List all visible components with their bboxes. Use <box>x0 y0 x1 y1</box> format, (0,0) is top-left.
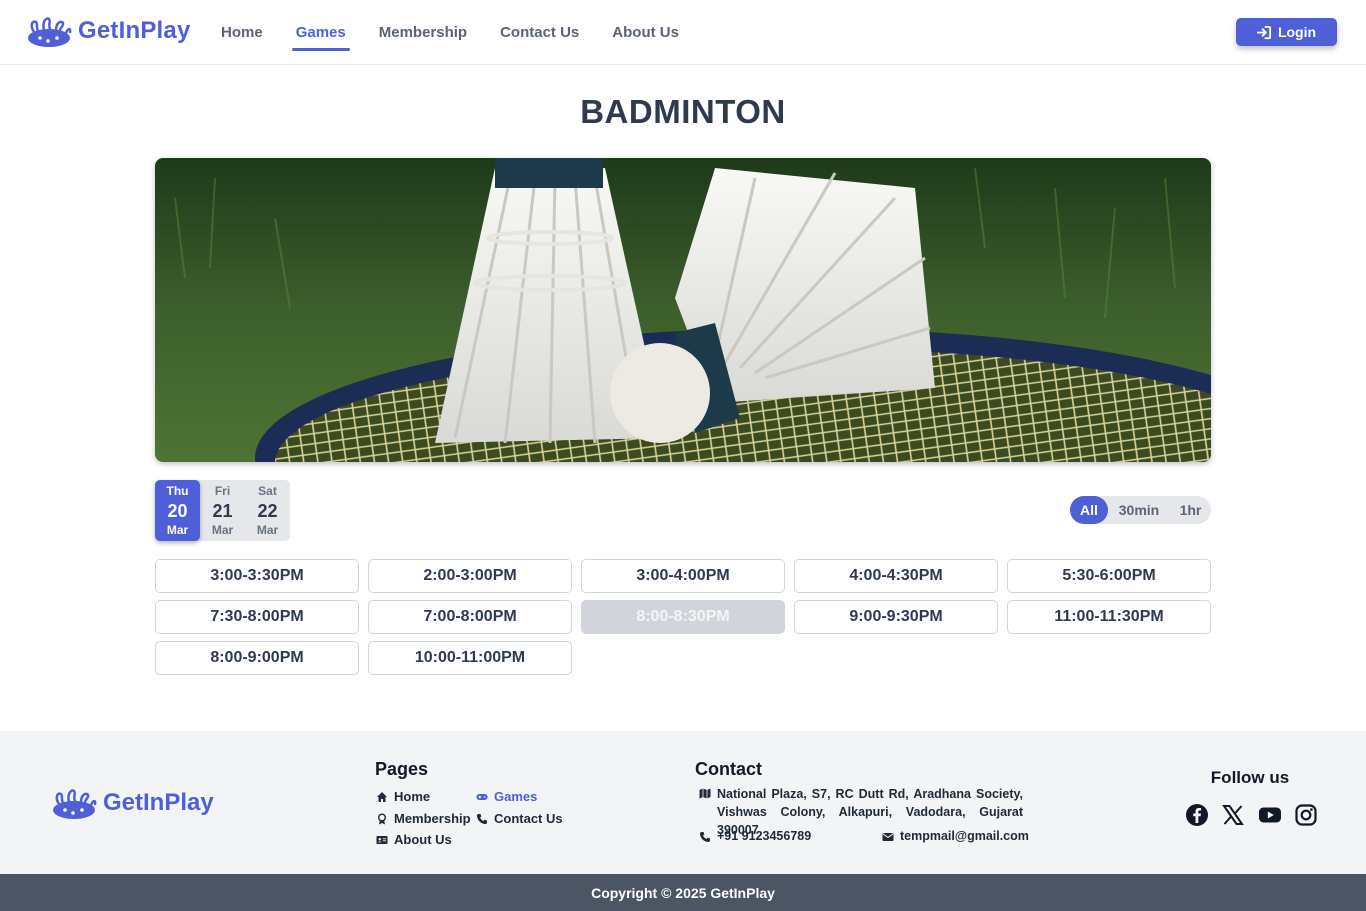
login-icon <box>1256 25 1271 39</box>
footer-link-label: Membership <box>394 811 471 826</box>
time-slot[interactable]: 10:00-11:00PM <box>368 641 572 675</box>
duration-filter: All 30min 1hr <box>1070 496 1211 524</box>
date-day: 21 <box>212 500 233 521</box>
login-label: Login <box>1277 24 1317 40</box>
hero-image <box>155 158 1211 462</box>
time-slot[interactable]: 11:00-11:30PM <box>1007 600 1211 634</box>
youtube-icon[interactable] <box>1258 803 1282 827</box>
phone-icon <box>477 813 487 824</box>
duration-1hr[interactable]: 1hr <box>1170 496 1211 524</box>
date-month: Mar <box>211 522 234 537</box>
footer-link-label: Home <box>394 789 431 804</box>
brand-name: GetInPlay <box>78 17 191 44</box>
gamepad-icon <box>476 793 488 800</box>
nav-games[interactable]: Games <box>291 18 350 51</box>
footer: GetInPlay Pages Home Games Membership Co… <box>0 731 1366 874</box>
home-icon <box>377 791 387 802</box>
footer-brand-logo[interactable]: GetInPlay <box>51 786 214 820</box>
id-card-icon <box>376 835 388 844</box>
date-weekday: Thu <box>166 483 189 498</box>
time-slot[interactable]: 7:30-8:00PM <box>155 600 359 634</box>
nav-home[interactable]: Home <box>217 18 267 47</box>
footer-link-membership[interactable]: Membership <box>376 811 471 826</box>
footer-link-label: Contact Us <box>494 811 563 826</box>
footer-link-contact-us[interactable]: Contact Us <box>476 811 563 826</box>
copyright-text: Copyright © 2025 GetInPlay <box>591 884 775 901</box>
footer-brand-name: GetInPlay <box>103 789 214 816</box>
footer-pages-title: Pages <box>375 759 429 779</box>
phone-text: +91 9123456789 <box>717 829 812 843</box>
nav-contact-us[interactable]: Contact Us <box>496 18 583 47</box>
facebook-icon[interactable] <box>1185 803 1209 827</box>
instagram-icon[interactable] <box>1294 803 1318 827</box>
footer-contact-title: Contact <box>695 759 762 779</box>
phone-icon <box>700 832 710 842</box>
date-option-sat-22[interactable]: Sat 22 Mar <box>245 480 290 541</box>
copyright-bar: Copyright © 2025 GetInPlay <box>0 874 1366 911</box>
time-slot[interactable]: 2:00-3:00PM <box>368 559 572 593</box>
footer-link-label: About Us <box>394 832 452 847</box>
footer-phone[interactable]: +91 9123456789 <box>699 829 811 843</box>
x-icon[interactable] <box>1221 803 1245 827</box>
logo-icon <box>53 789 97 819</box>
date-option-fri-21[interactable]: Fri 21 Mar <box>200 480 245 541</box>
login-button[interactable]: Login <box>1236 18 1337 46</box>
brand-logo[interactable]: GetInPlay <box>26 14 191 48</box>
footer-link-home[interactable]: Home <box>376 789 430 804</box>
date-day: 22 <box>257 500 278 521</box>
email-text: tempmail@gmail.com <box>900 829 1029 843</box>
shuttlecock-photo <box>155 158 1211 462</box>
main-nav: Home Games Membership Contact Us About U… <box>217 0 708 64</box>
duration-all[interactable]: All <box>1070 496 1108 524</box>
duration-30min[interactable]: 30min <box>1108 496 1170 524</box>
date-weekday: Fri <box>214 483 231 498</box>
footer-link-about-us[interactable]: About Us <box>376 832 452 847</box>
time-slot[interactable]: 5:30-6:00PM <box>1007 559 1211 593</box>
nav-membership[interactable]: Membership <box>375 18 471 47</box>
date-day: 20 <box>167 500 188 521</box>
footer-email[interactable]: tempmail@gmail.com <box>882 829 1029 843</box>
date-picker: Thu 20 Mar Fri 21 Mar Sat 22 Mar <box>155 480 290 541</box>
time-slot[interactable]: 4:00-4:30PM <box>794 559 998 593</box>
footer-link-label: Games <box>494 789 538 804</box>
map-icon <box>699 788 711 799</box>
page-title: BADMINTON <box>580 93 786 130</box>
top-navbar: GetInPlay Home Games Membership Contact … <box>0 0 1366 65</box>
date-weekday: Sat <box>258 483 277 498</box>
time-slot[interactable]: 3:00-4:00PM <box>581 559 785 593</box>
time-slot-booked: 8:00-8:30PM <box>581 600 785 634</box>
time-slot[interactable]: 9:00-9:30PM <box>794 600 998 634</box>
logo-icon <box>28 17 72 47</box>
time-slot[interactable]: 7:00-8:00PM <box>368 600 572 634</box>
date-month: Mar <box>256 522 279 537</box>
time-slot[interactable]: 8:00-9:00PM <box>155 641 359 675</box>
time-slot-grid: 3:00-3:30PM 2:00-3:00PM 3:00-4:00PM 4:00… <box>155 559 1211 675</box>
date-option-thu-20[interactable]: Thu 20 Mar <box>155 480 200 541</box>
award-icon <box>378 813 386 824</box>
envelope-icon <box>882 833 894 841</box>
nav-about-us[interactable]: About Us <box>608 18 683 47</box>
footer-follow-title: Follow us <box>1210 768 1290 787</box>
time-slot[interactable]: 3:00-3:30PM <box>155 559 359 593</box>
footer-link-games[interactable]: Games <box>476 789 537 804</box>
date-month: Mar <box>166 522 189 537</box>
